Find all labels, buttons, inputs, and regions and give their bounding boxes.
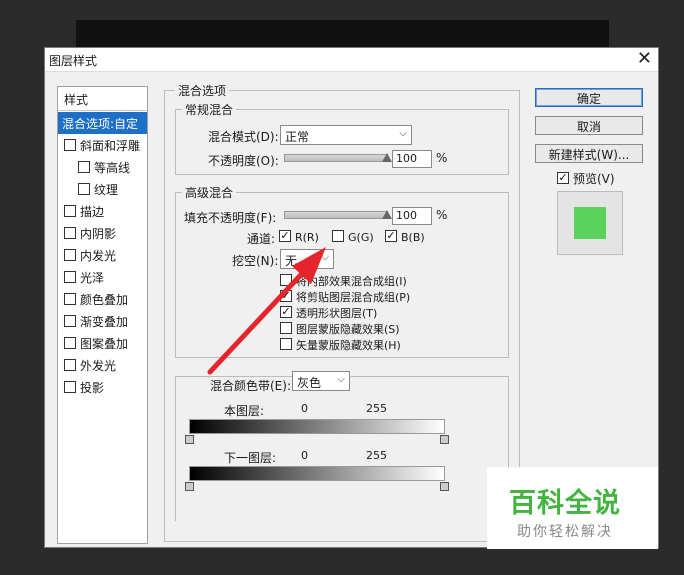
watermark-main: 百科全说 xyxy=(509,488,621,519)
watermark: 百科全说 助你轻松解决 xyxy=(487,467,658,549)
watermark-sub: 助你轻松解决 xyxy=(517,524,613,540)
arrow-shaft xyxy=(207,262,313,375)
